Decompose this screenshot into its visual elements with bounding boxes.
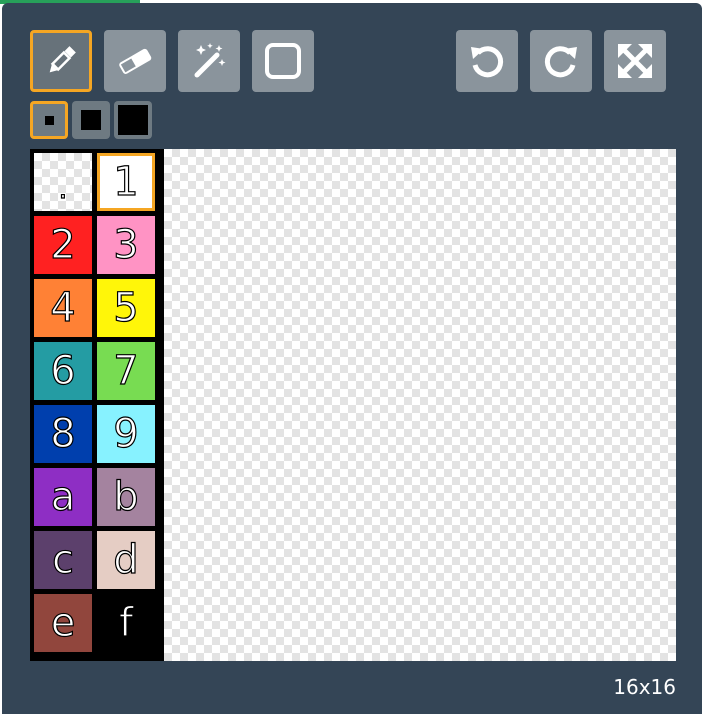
- palette-swatch-5[interactable]: 5: [97, 279, 155, 337]
- palette-swatch-7[interactable]: 7: [97, 342, 155, 400]
- brush-size-large-button[interactable]: [114, 101, 152, 139]
- pencil-icon: [49, 46, 76, 73]
- brush-size-medium-dot: [81, 110, 101, 130]
- brush-size-small-button[interactable]: [30, 101, 68, 139]
- eraser-icon: [119, 48, 152, 74]
- pencil-tool-button[interactable]: [30, 30, 92, 92]
- palette-swatch-e[interactable]: e: [34, 594, 92, 652]
- brush-size-large-dot: [118, 105, 148, 135]
- palette-swatch-2[interactable]: 2: [34, 216, 92, 274]
- redo-icon: [544, 46, 577, 78]
- brush-size-medium-button[interactable]: [72, 101, 110, 139]
- eraser-tool-button[interactable]: [104, 30, 166, 92]
- drawing-canvas[interactable]: [164, 149, 676, 661]
- palette-swatch-transparent[interactable]: .: [34, 153, 92, 211]
- rectangle-tool-button[interactable]: [252, 30, 314, 92]
- palette-swatch-8[interactable]: 8: [34, 405, 92, 463]
- expand-icon: [618, 44, 652, 78]
- palette-swatch-4[interactable]: 4: [34, 279, 92, 337]
- redo-button[interactable]: [530, 30, 592, 92]
- palette-swatch-f[interactable]: f: [97, 594, 155, 652]
- palette-swatch-9[interactable]: 9: [97, 405, 155, 463]
- brush-size-small-dot: [44, 115, 54, 125]
- palette-swatch-a[interactable]: a: [34, 468, 92, 526]
- image-editor-panel: . 1 2 3 4 5 6 7 8 9 a b c d e f 16x16: [2, 3, 702, 714]
- canvas-size-label: 16x16: [613, 675, 676, 699]
- undo-button[interactable]: [456, 30, 518, 92]
- palette-swatch-b[interactable]: b: [97, 468, 155, 526]
- magic-wand-icon: [194, 43, 226, 78]
- square-icon: [265, 43, 301, 79]
- fullscreen-button[interactable]: [604, 30, 666, 92]
- undo-icon: [471, 46, 504, 78]
- palette-swatch-3[interactable]: 3: [97, 216, 155, 274]
- palette-swatch-c[interactable]: c: [34, 531, 92, 589]
- color-palette: . 1 2 3 4 5 6 7 8 9 a b c d e f: [30, 149, 164, 661]
- fill-tool-button[interactable]: [178, 30, 240, 92]
- palette-swatch-d[interactable]: d: [97, 531, 155, 589]
- palette-swatch-6[interactable]: 6: [34, 342, 92, 400]
- palette-swatch-1[interactable]: 1: [97, 153, 155, 211]
